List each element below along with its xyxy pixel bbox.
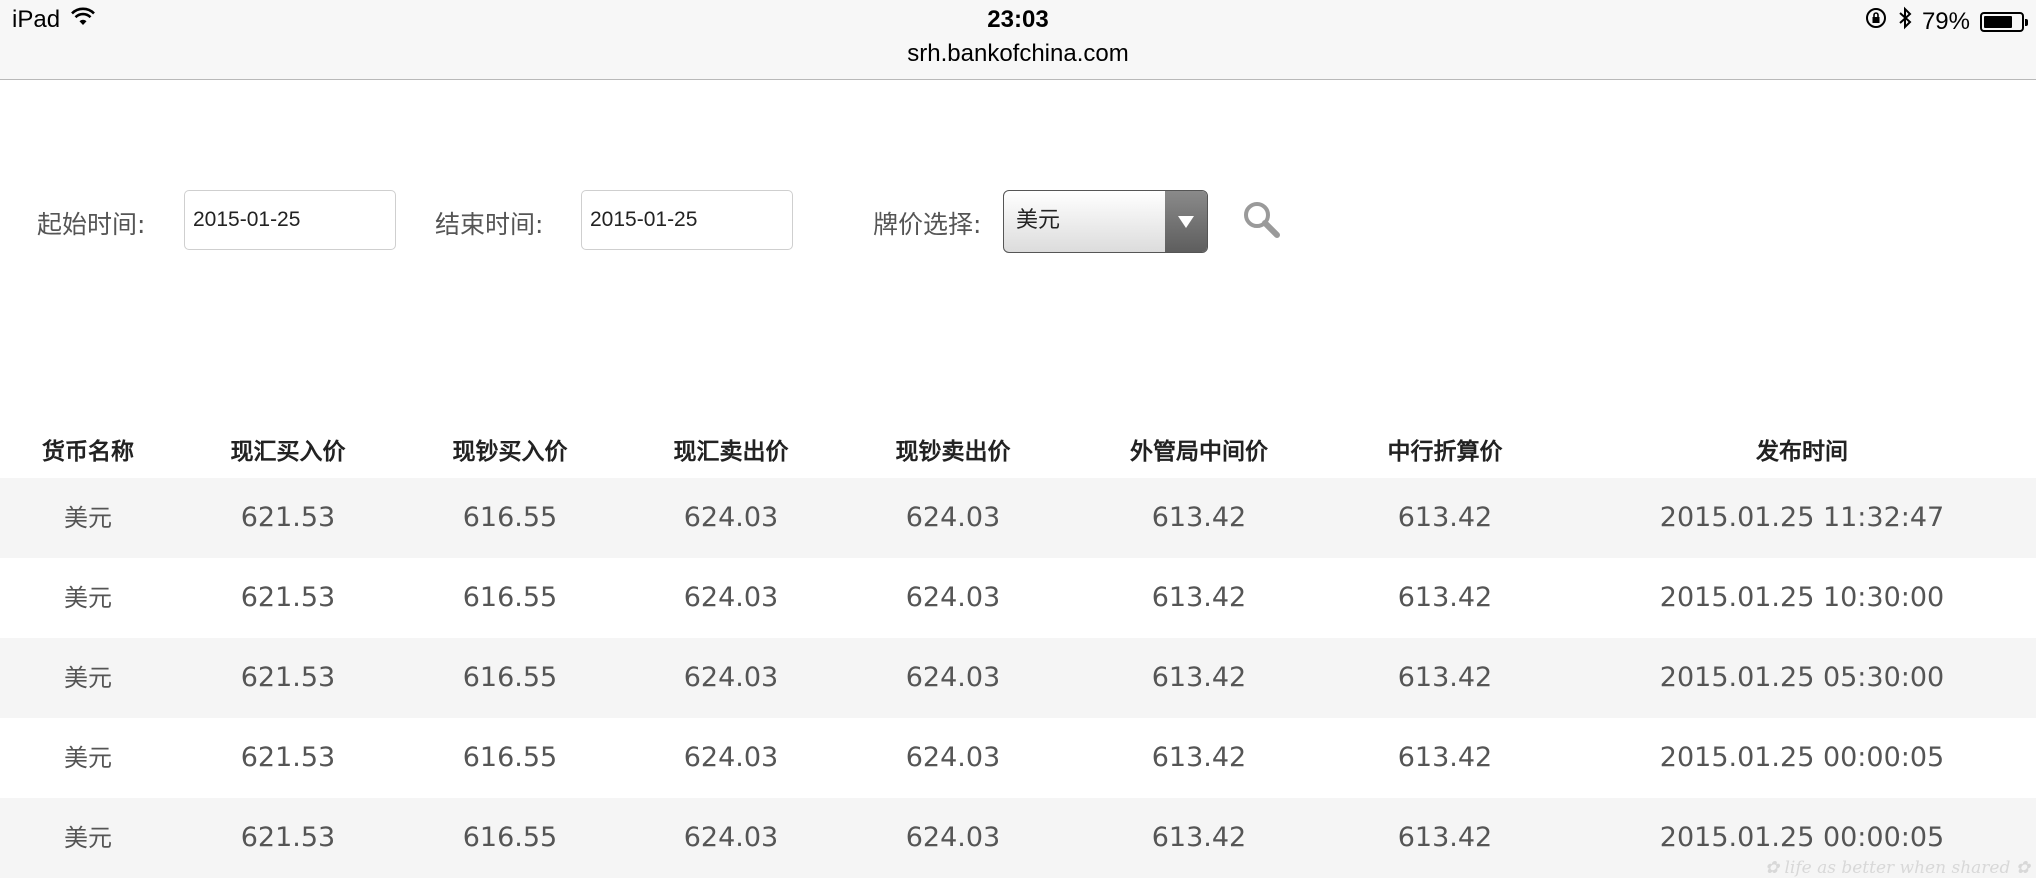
start-date-field[interactable]: 2015-01-25 <box>184 190 396 250</box>
table-cell: 613.42 <box>1397 502 1493 533</box>
table-cell: 美元 <box>64 824 112 852</box>
column-spot-sell-header: 现汇卖出价 <box>673 439 789 465</box>
end-date-field[interactable]: 2015-01-25 <box>581 190 793 250</box>
table-cell: 2015.01.25 11:32:47 <box>1659 502 1945 533</box>
table-cell: 624.03 <box>683 662 779 693</box>
table-row: 美元 621.53 616.55 624.03 624.03 613.42 613.42 20… <box>0 798 2036 878</box>
currency-select-value: 美元 <box>1016 208 1061 233</box>
battery-percent: 79% <box>1921 7 1970 35</box>
table-cell: 621.53 <box>240 662 336 693</box>
table-cell: 613.42 <box>1397 662 1493 693</box>
table-cell: 美元 <box>64 584 112 612</box>
search-icon[interactable] <box>1240 198 1284 242</box>
table-cell: 624.03 <box>905 502 1001 533</box>
battery-icon <box>1980 11 2028 32</box>
table-cell: 624.03 <box>905 742 1001 773</box>
table-cell: 美元 <box>64 504 112 532</box>
battery-fill <box>1984 15 2013 28</box>
table-cell: 616.55 <box>462 662 558 693</box>
table-cell: 624.03 <box>683 742 779 773</box>
table-cell: 621.53 <box>240 582 336 613</box>
table-cell: 624.03 <box>905 822 1001 853</box>
table-cell: 616.55 <box>462 582 558 613</box>
table-cell: 624.03 <box>683 582 779 613</box>
table-cell: 613.42 <box>1151 502 1247 533</box>
column-safe-middle-header: 外管局中间价 <box>1130 439 1268 465</box>
table-cell: 621.53 <box>240 822 336 853</box>
table-cell: 624.03 <box>683 502 779 533</box>
table-cell: 616.55 <box>462 502 558 533</box>
watermark: ✿ life as better when shared ✿ <box>1764 858 2030 878</box>
status-bar-right: 79% <box>1864 6 2028 37</box>
table-cell: 613.42 <box>1397 742 1493 773</box>
bluetooth-icon <box>1898 6 1912 37</box>
clock: 23:03 <box>987 6 1049 33</box>
column-cash-buy-header: 现钞买入价 <box>452 439 568 465</box>
triangle-down-icon[interactable] <box>1165 191 1207 252</box>
table-cell: 613.42 <box>1151 822 1247 853</box>
end-time-label: 结束时间: <box>435 210 544 239</box>
table-cell: 616.55 <box>462 742 558 773</box>
table-cell: 621.53 <box>240 742 336 773</box>
status-bar: iPad 23:03 srh.bankofchina.com 79% <box>0 0 2036 80</box>
table-cell: 624.03 <box>905 582 1001 613</box>
table-cell: 624.03 <box>905 662 1001 693</box>
table-cell: 美元 <box>64 744 112 772</box>
table-cell: 613.42 <box>1151 662 1247 693</box>
table-cell: 613.42 <box>1151 742 1247 773</box>
address-bar-url[interactable]: srh.bankofchina.com <box>0 40 2036 68</box>
column-cash-sell-header: 现钞卖出价 <box>895 439 1011 465</box>
table-cell: 613.42 <box>1151 582 1247 613</box>
rotation-lock-icon <box>1864 6 1888 37</box>
table-row: 美元 621.53 616.55 624.03 624.03 613.42 613.42 20… <box>0 478 2036 558</box>
table-row: 美元 621.53 616.55 624.03 624.03 613.42 613.42 20… <box>0 558 2036 638</box>
table-cell: 2015.01.25 10:30:00 <box>1659 582 1945 613</box>
column-publish-time-header: 发布时间 <box>1756 439 1848 465</box>
currency-select[interactable]: 美元 <box>1003 190 1208 253</box>
table-row: 美元 621.53 616.55 624.03 624.03 613.42 613.42 20… <box>0 638 2036 718</box>
table-cell: 616.55 <box>462 822 558 853</box>
column-boc-rate-header: 中行折算价 <box>1387 439 1503 465</box>
currency-select-label: 牌价选择: <box>873 210 982 239</box>
column-currency-name-header: 货币名称 <box>42 439 134 465</box>
table-cell: 621.53 <box>240 502 336 533</box>
table-cell: 美元 <box>64 664 112 692</box>
table-header: 货币名称 现汇买入价 现钞买入价 现汇卖出价 现钞卖出价 外管局中间价 中行折算价 发布时间 <box>0 410 2036 482</box>
table-cell: 2015.01.25 05:30:00 <box>1659 662 1945 693</box>
column-spot-buy-header: 现汇买入价 <box>230 439 346 465</box>
table-row: 美元 621.53 616.55 624.03 624.03 613.42 613.42 20… <box>0 718 2036 798</box>
table-cell: 624.03 <box>683 822 779 853</box>
table-cell: 613.42 <box>1397 582 1493 613</box>
start-time-label: 起始时间: <box>37 210 146 239</box>
table-cell: 613.42 <box>1397 822 1493 853</box>
table-cell: 2015.01.25 00:00:05 <box>1659 742 1945 773</box>
